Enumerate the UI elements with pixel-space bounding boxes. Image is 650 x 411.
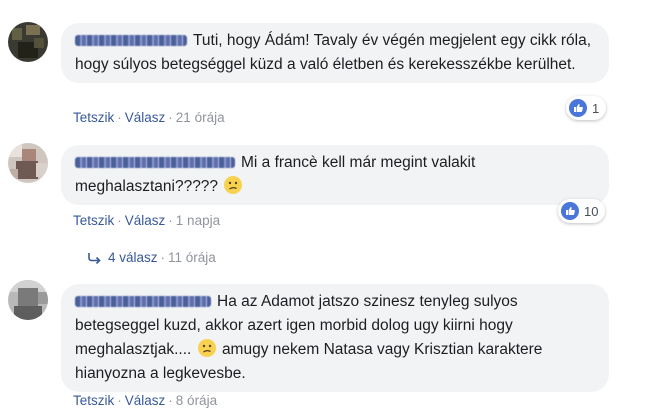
separator: ·	[168, 213, 173, 228]
separator: ·	[117, 213, 122, 228]
commenter-name-redacted[interactable]	[75, 157, 235, 168]
like-link[interactable]: Tetszik	[73, 110, 114, 125]
comment-time[interactable]: 21 órája	[176, 110, 225, 125]
separator: ·	[168, 110, 173, 125]
reaction-count-badge[interactable]: 10	[558, 199, 606, 223]
comment-actions: Tetszik · Válasz · 1 napja	[73, 213, 220, 228]
view-replies-link[interactable]: 4 válasz · 11 órája	[88, 250, 216, 267]
commenter-name-redacted[interactable]	[75, 296, 211, 307]
comment-actions: Tetszik · Válasz · 8 órája	[73, 393, 217, 408]
comment-actions: Tetszik · Válasz · 21 órája	[73, 110, 225, 125]
reply-arrow-icon	[88, 252, 102, 267]
reply-link[interactable]: Válasz	[125, 110, 166, 125]
like-link[interactable]: Tetszik	[73, 213, 114, 228]
comment-bubble: Tuti, hogy Ádám! Tavaly év végén megjele…	[61, 23, 609, 83]
comment-time[interactable]: 8 órája	[176, 393, 217, 408]
like-icon	[569, 99, 587, 117]
comment-3: Ha az Adamot jatszo szinesz tenyleg suly…	[0, 275, 650, 411]
reply-link[interactable]: Válasz	[125, 213, 166, 228]
commenter-name-redacted[interactable]	[75, 35, 187, 46]
comment-bubble: Ha az Adamot jatszo szinesz tenyleg suly…	[61, 284, 609, 392]
comment-bubble: Mi a francè kell már megint valakit megh…	[61, 145, 609, 205]
separator: ·	[160, 250, 166, 265]
reaction-count-badge[interactable]: 1	[566, 96, 607, 120]
separator: ·	[168, 393, 173, 408]
reaction-count: 1	[592, 100, 600, 116]
confused-face-icon	[197, 339, 216, 357]
replies-count[interactable]: 4 válasz	[108, 250, 158, 265]
commenter-avatar[interactable]	[8, 143, 48, 183]
comment-2: Mi a francè kell már megint valakit megh…	[0, 135, 650, 275]
confused-face-icon	[224, 176, 243, 194]
commenter-avatar[interactable]	[8, 22, 48, 62]
commenter-avatar[interactable]	[8, 280, 48, 320]
like-icon	[561, 202, 579, 220]
like-link[interactable]: Tetszik	[73, 393, 114, 408]
separator: ·	[117, 110, 122, 125]
comment-time[interactable]: 1 napja	[176, 213, 220, 228]
comment-1: Tuti, hogy Ádám! Tavaly év végén megjele…	[0, 0, 650, 135]
reaction-count: 10	[584, 203, 599, 219]
replies-time: 11 órája	[168, 250, 216, 265]
separator: ·	[117, 393, 122, 408]
reply-link[interactable]: Válasz	[125, 393, 166, 408]
